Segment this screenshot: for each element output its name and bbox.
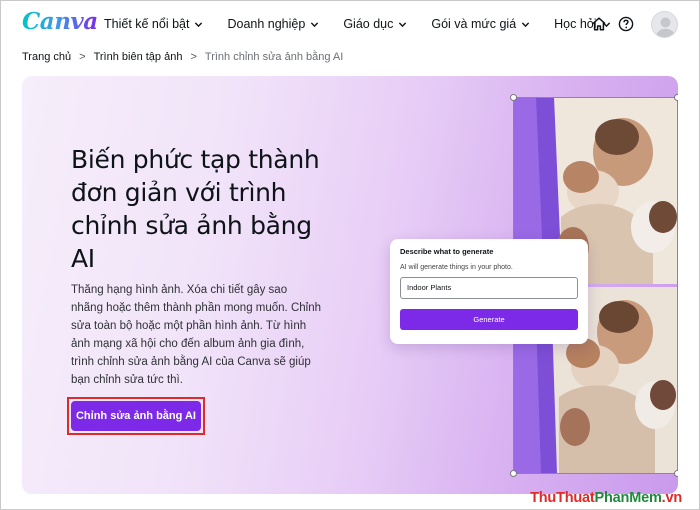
prompt-card-title: Describe what to generate	[400, 247, 494, 256]
nav-item-education[interactable]: Giáo dục	[343, 17, 407, 31]
watermark: ThuThuatPhanMem.vn	[530, 490, 682, 506]
canva-logo[interactable]: Canva	[22, 8, 98, 35]
hero-title: Biến phức tạp thành đơn giản với trình c…	[71, 145, 320, 273]
avatar[interactable]	[651, 11, 678, 38]
nav-item-label: Giáo dục	[343, 17, 394, 31]
breadcrumb-current: Trình chỉnh sửa ảnh bằng AI	[204, 51, 344, 63]
breadcrumb-photo-editor[interactable]: Trình biên tập ảnh	[94, 51, 183, 63]
nav-item-business[interactable]: Doanh nghiệp	[227, 17, 319, 31]
watermark-part1: ThuThuat	[530, 490, 595, 506]
ai-prompt-card: Describe what to generate AI will genera…	[390, 239, 588, 344]
prompt-card-subtitle: AI will generate things in your photo.	[400, 264, 513, 271]
breadcrumb-home[interactable]: Trang chủ	[22, 51, 71, 63]
resize-handle[interactable]	[674, 94, 678, 101]
nav-item-label: Thiết kế nổi bật	[104, 17, 190, 31]
breadcrumb: Trang chủ > Trình biên tập ảnh > Trình c…	[22, 51, 343, 63]
user-silhouette-icon	[655, 17, 676, 37]
nav-item-plans-pricing[interactable]: Gói và mức giá	[431, 17, 530, 31]
breadcrumb-separator: >	[190, 51, 197, 63]
chevron-down-icon	[195, 21, 203, 27]
nav-item-featured-designs[interactable]: Thiết kế nổi bật	[104, 17, 203, 31]
hero-description: Thăng hạng hình ảnh. Xóa chi tiết gây sa…	[71, 284, 321, 386]
top-navigation: Canva Thiết kế nổi bật Doanh nghiệp Giáo…	[0, 0, 700, 48]
generate-button[interactable]: Generate	[400, 309, 578, 330]
watermark-part3: .vn	[661, 490, 683, 506]
edit-with-ai-button[interactable]: Chỉnh sửa ảnh bằng AI	[71, 401, 201, 431]
breadcrumb-separator: >	[79, 51, 86, 63]
chevron-down-icon	[311, 21, 319, 27]
hero-section: Biến phức tạp thành đơn giản với trình c…	[22, 76, 678, 494]
chevron-down-icon	[399, 21, 407, 27]
help-icon[interactable]	[618, 16, 634, 32]
watermark-part2: PhanMem	[594, 490, 662, 506]
chevron-down-icon	[522, 21, 530, 27]
nav-item-label: Gói và mức giá	[431, 17, 517, 31]
resize-handle[interactable]	[510, 94, 517, 101]
resize-handle[interactable]	[510, 470, 517, 477]
prompt-input[interactable]: Indoor Plants	[400, 277, 578, 299]
resize-handle[interactable]	[674, 470, 678, 477]
nav-item-label: Doanh nghiệp	[227, 17, 306, 31]
main-nav: Thiết kế nổi bật Doanh nghiệp Giáo dục G…	[104, 17, 635, 31]
home-icon[interactable]	[591, 16, 607, 32]
